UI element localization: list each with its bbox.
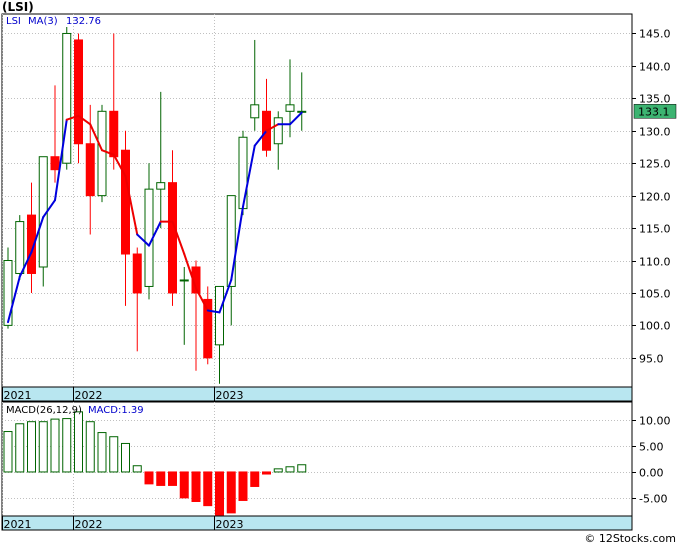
candle-body: [215, 285, 224, 346]
macd-bar: [273, 468, 283, 473]
candle-body: [74, 39, 83, 145]
macd-bar: [156, 471, 166, 486]
macd-bar: [50, 418, 60, 473]
macd-bar: [168, 471, 177, 486]
macd-bar: [109, 436, 119, 473]
candle-body: [121, 149, 130, 255]
macd-tick-label: 0.00: [639, 467, 664, 480]
macd-bar: [3, 431, 13, 473]
candle-body: [179, 279, 189, 282]
macd-bar: [297, 464, 307, 473]
macd-bar: [285, 466, 295, 473]
candle-body: [97, 110, 107, 197]
price-tick-label: 140.0: [639, 61, 671, 74]
macd-bar: [97, 432, 107, 473]
price-date-label: 2022: [75, 389, 103, 402]
price-tick-label: 105.0: [639, 288, 671, 301]
macd-bar: [215, 471, 224, 516]
macd-bar: [74, 411, 83, 473]
macd-bar: [132, 465, 142, 473]
macd-tick-label: 5.00: [639, 441, 664, 454]
candle-body: [156, 182, 166, 190]
price-legend-ma-value: 132.76: [66, 16, 101, 27]
macd-bar: [15, 423, 25, 473]
macd-legend-name: MACD(26,12,9): [6, 405, 82, 416]
candle-body: [273, 117, 283, 145]
price-tick-label: 130.0: [639, 126, 671, 139]
credit-text: © 12Stocks.com: [584, 532, 676, 545]
chart-svg: 95.0 100.0 105.0 110.0 115.0 120.0 125.0 130.0 1…: [1, 13, 677, 531]
price-tick-label: 135.0: [639, 93, 671, 106]
candle-body: [85, 143, 95, 197]
macd-legend-value: MACD:1.39: [88, 405, 144, 416]
price-tick-label: 145.0: [639, 28, 671, 41]
price-tick-label: 115.0: [639, 223, 671, 236]
price-tick-label: 125.0: [639, 158, 671, 171]
candle-body: [168, 182, 177, 294]
macd-bar: [250, 471, 260, 487]
macd-bar: [238, 471, 248, 501]
chart-area: 95.0 100.0 105.0 110.0 115.0 120.0 125.0 130.0 1…: [0, 0, 680, 536]
macd-bar: [38, 421, 48, 473]
candle-body: [50, 156, 60, 171]
candle-body: [238, 136, 248, 210]
candle-body: [132, 253, 142, 294]
price-tick-label: 100.0: [639, 320, 671, 333]
macd-bar: [226, 471, 236, 514]
candle-body: [109, 110, 119, 158]
price-date-label: 2021: [4, 389, 32, 402]
macd-bar: [144, 471, 154, 485]
macd-date-label: 2021: [4, 518, 32, 531]
macd-bar: [121, 442, 130, 473]
price-tag-label: 133.1: [638, 105, 670, 118]
price-frame: [1, 13, 633, 402]
macd-date-label: 2023: [216, 518, 244, 531]
macd-bar: [62, 418, 72, 473]
price-date-label: 2023: [216, 389, 244, 402]
price-tick-label: 110.0: [639, 256, 671, 269]
candle-body: [226, 195, 236, 287]
price-legend-symbol: LSI: [6, 16, 21, 27]
price-legend-ma-label: MA(3): [28, 16, 58, 27]
price-tick-label: 120.0: [639, 191, 671, 204]
macd-bar: [179, 471, 189, 499]
candle-body: [15, 221, 25, 274]
candle-body: [285, 104, 295, 112]
candle-body: [250, 104, 260, 119]
candle-body: [203, 298, 213, 359]
macd-tick-label: 10.00: [639, 415, 671, 428]
price-tick-label: 95.0: [639, 353, 664, 366]
macd-tick-label: -5.00: [639, 493, 667, 506]
macd-bar: [191, 471, 201, 502]
macd-frame: [1, 401, 633, 531]
macd-bar: [27, 421, 36, 473]
macd-date-label: 2022: [75, 518, 103, 531]
candle-body: [3, 260, 13, 326]
macd-bar: [262, 471, 271, 475]
macd-bar: [85, 421, 95, 473]
macd-bar: [203, 471, 213, 507]
